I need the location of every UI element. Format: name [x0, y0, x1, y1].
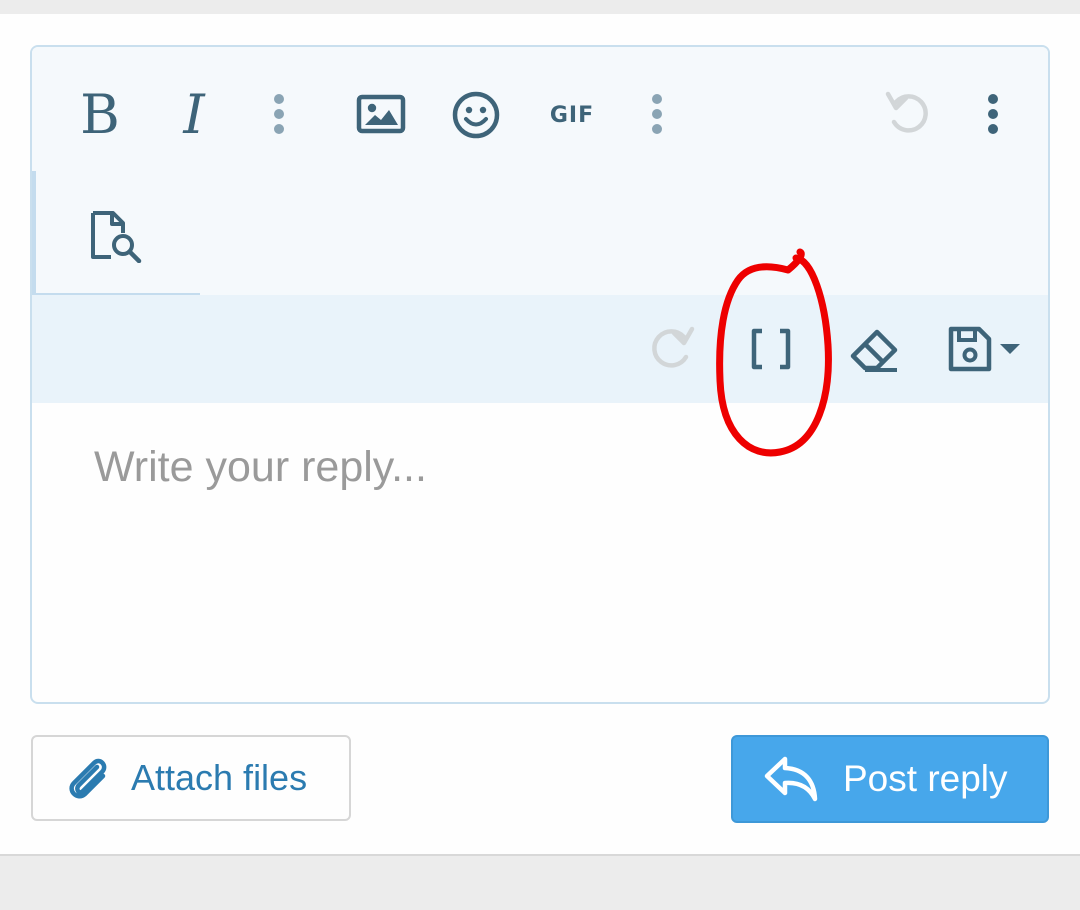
preview-icon: [91, 211, 142, 263]
italic-icon: I: [183, 82, 205, 146]
attach-files-button[interactable]: Attach files: [31, 735, 351, 821]
brackets-icon: [751, 328, 791, 370]
more-options-button[interactable]: [978, 91, 1008, 137]
dropdown-caret-icon: [1000, 344, 1020, 354]
paperclip-icon: [69, 758, 107, 799]
post-reply-button[interactable]: Post reply: [731, 735, 1049, 823]
gif-icon: GIF: [549, 102, 595, 128]
insert-smilie-button[interactable]: [450, 89, 502, 141]
more-vertical-icon: [988, 94, 998, 134]
insert-gif-button[interactable]: GIF: [546, 95, 598, 135]
image-icon: [356, 94, 406, 134]
rich-text-editor: B I GIF Write your reply...: [30, 45, 1050, 704]
toolbar-edge: [32, 171, 36, 295]
more-formatting-button[interactable]: [264, 91, 294, 137]
toggle-bbcode-button[interactable]: [746, 325, 796, 373]
reply-arrow-icon: [764, 756, 818, 802]
redo-icon: [652, 326, 695, 368]
post-reply-label: Post reply: [843, 758, 1008, 799]
bold-button[interactable]: B: [76, 82, 124, 146]
insert-image-button[interactable]: [354, 91, 408, 137]
editor-toolbar-second: [32, 171, 1048, 295]
more-vertical-icon: [274, 94, 284, 134]
smiley-icon: [452, 91, 500, 139]
italic-button[interactable]: I: [170, 82, 218, 146]
eraser-icon: [850, 329, 898, 372]
more-insert-button[interactable]: [642, 91, 672, 137]
remove-formatting-button[interactable]: [846, 325, 902, 375]
bold-icon: B: [80, 82, 120, 146]
save-drafts-icon: [948, 326, 992, 372]
undo-icon: [885, 91, 928, 133]
attach-files-label: Attach files: [131, 757, 308, 798]
more-vertical-icon: [652, 94, 662, 134]
drafts-menu-button[interactable]: [938, 323, 1028, 375]
preview-button[interactable]: [86, 209, 146, 263]
reply-textarea[interactable]: Write your reply...: [94, 443, 427, 492]
redo-button[interactable]: [642, 323, 698, 375]
undo-button[interactable]: [882, 87, 938, 141]
